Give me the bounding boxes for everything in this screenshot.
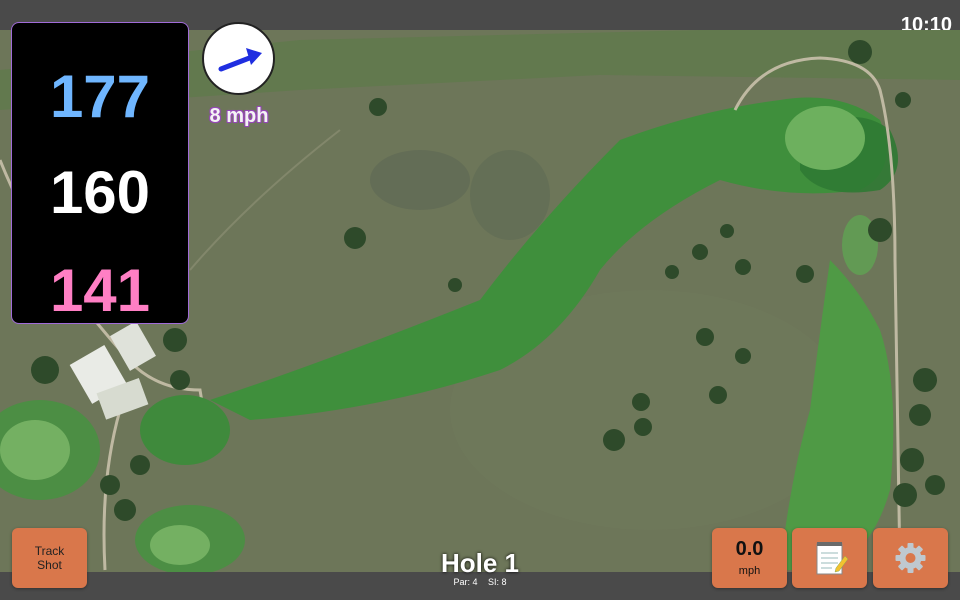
notepad-icon (816, 542, 849, 575)
track-shot-button[interactable]: Track Shot (12, 528, 87, 588)
arrow-icon (218, 48, 262, 72)
hole-meta: Par: 4 SI: 8 (380, 577, 580, 587)
distance-panel: 177 160 141 (11, 22, 189, 324)
wind-indicator[interactable] (202, 22, 275, 95)
settings-button[interactable] (873, 528, 948, 588)
hole-stroke-index: SI: 8 (488, 577, 507, 587)
track-shot-label-line1: Track (34, 544, 65, 558)
hole-par: Par: 4 (453, 577, 478, 587)
front-distance: 141 (49, 257, 151, 324)
track-shot-label-line2: Shot (37, 558, 62, 572)
wind-speed-value: 0.0 (735, 538, 764, 560)
wind-speed-button[interactable]: 0.0 mph (712, 528, 787, 588)
back-distance: 177 (49, 63, 151, 130)
middle-distance: 160 (49, 159, 151, 226)
wind-speed-unit: mph (738, 565, 761, 577)
notes-button[interactable] (792, 528, 867, 588)
hole-title: Hole 1 (440, 548, 520, 578)
gear-icon (895, 543, 926, 573)
wind-speed-label: 8 mph (209, 105, 269, 127)
